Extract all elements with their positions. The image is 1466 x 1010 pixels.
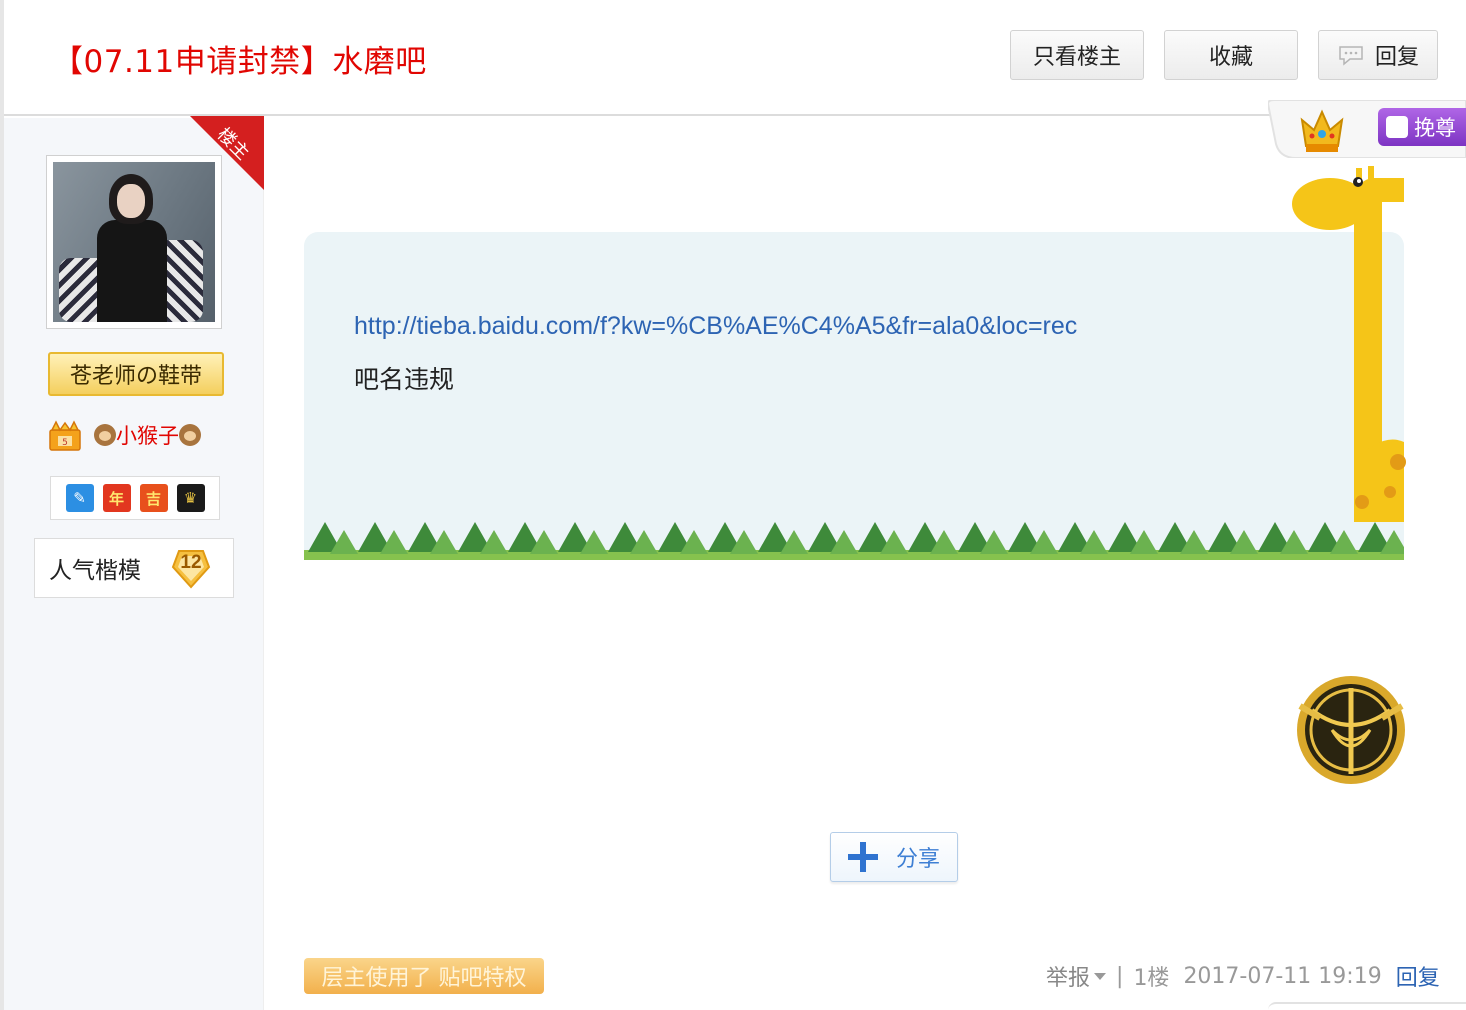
post-text: 吧名违规	[354, 365, 455, 394]
avatar[interactable]	[46, 155, 222, 329]
reply-button-label: 回复	[1374, 45, 1419, 70]
user-nickname[interactable]: 小猴子	[94, 420, 201, 450]
chevron-down-icon	[1094, 972, 1107, 980]
user-name-badge[interactable]: 苍老师の鞋带	[48, 352, 224, 396]
privilege-badge[interactable]: 层主使用了 贴吧特权	[304, 958, 544, 994]
thread-title[interactable]: 【07.11申请封禁】水磨吧	[52, 36, 427, 81]
floor-number: 1楼	[1133, 966, 1170, 991]
popularity-level-badge: 12	[169, 545, 213, 589]
popularity-box[interactable]: 人气楷模 12	[34, 538, 234, 598]
chat-bubble-icon	[1337, 44, 1365, 66]
luck-icon[interactable]: 吉	[139, 484, 168, 512]
vip-tag[interactable]: 挽尊	[1378, 108, 1466, 146]
report-label: 举报	[1046, 966, 1091, 991]
grass-decoration	[304, 522, 1404, 560]
user-nickname-text: 小猴子	[116, 424, 179, 448]
monkey-icon	[179, 424, 201, 446]
avatar-image	[53, 162, 215, 322]
medal-icon[interactable]	[1292, 670, 1410, 792]
magic-wand-icon[interactable]: ✎	[65, 484, 94, 512]
popularity-label: 人气楷模	[49, 558, 141, 584]
favorite-button[interactable]: 收藏	[1164, 30, 1298, 80]
popularity-level: 12	[180, 552, 202, 573]
share-button[interactable]: 分享	[830, 832, 958, 882]
year-icon[interactable]: 年	[102, 484, 131, 512]
giraffe-decoration	[1292, 166, 1406, 522]
post-link[interactable]: http://tieba.baidu.com/f?kw=%CB%AE%C4%A5…	[354, 312, 1077, 341]
only-op-button[interactable]: 只看楼主	[1010, 30, 1144, 80]
post-content-card: http://tieba.baidu.com/f?kw=%CB%AE%C4%A5…	[304, 232, 1404, 560]
divider: |	[1116, 963, 1124, 989]
reply-link[interactable]: 回复	[1396, 960, 1440, 992]
share-button-label: 分享	[895, 847, 940, 872]
report-button[interactable]: 举报	[1046, 960, 1107, 992]
user-icon-strip: ✎ 年 吉 ♛	[50, 476, 220, 520]
monkey-icon	[94, 424, 116, 446]
bottom-decoration	[1268, 1002, 1466, 1010]
svg-text:5: 5	[62, 438, 68, 448]
post-time: 2017-07-11 19:19	[1183, 963, 1382, 989]
reply-button[interactable]: 回复	[1318, 30, 1438, 80]
post-footer: 举报 | 1楼 2017-07-11 19:19 回复	[1046, 960, 1440, 992]
fist-icon	[1386, 116, 1408, 138]
plus-icon	[847, 842, 878, 872]
member-crown-icon[interactable]: 5	[48, 420, 82, 452]
lion-shield-icon[interactable]: ♛	[176, 484, 205, 512]
vip-tag-label: 挽尊	[1414, 116, 1456, 140]
